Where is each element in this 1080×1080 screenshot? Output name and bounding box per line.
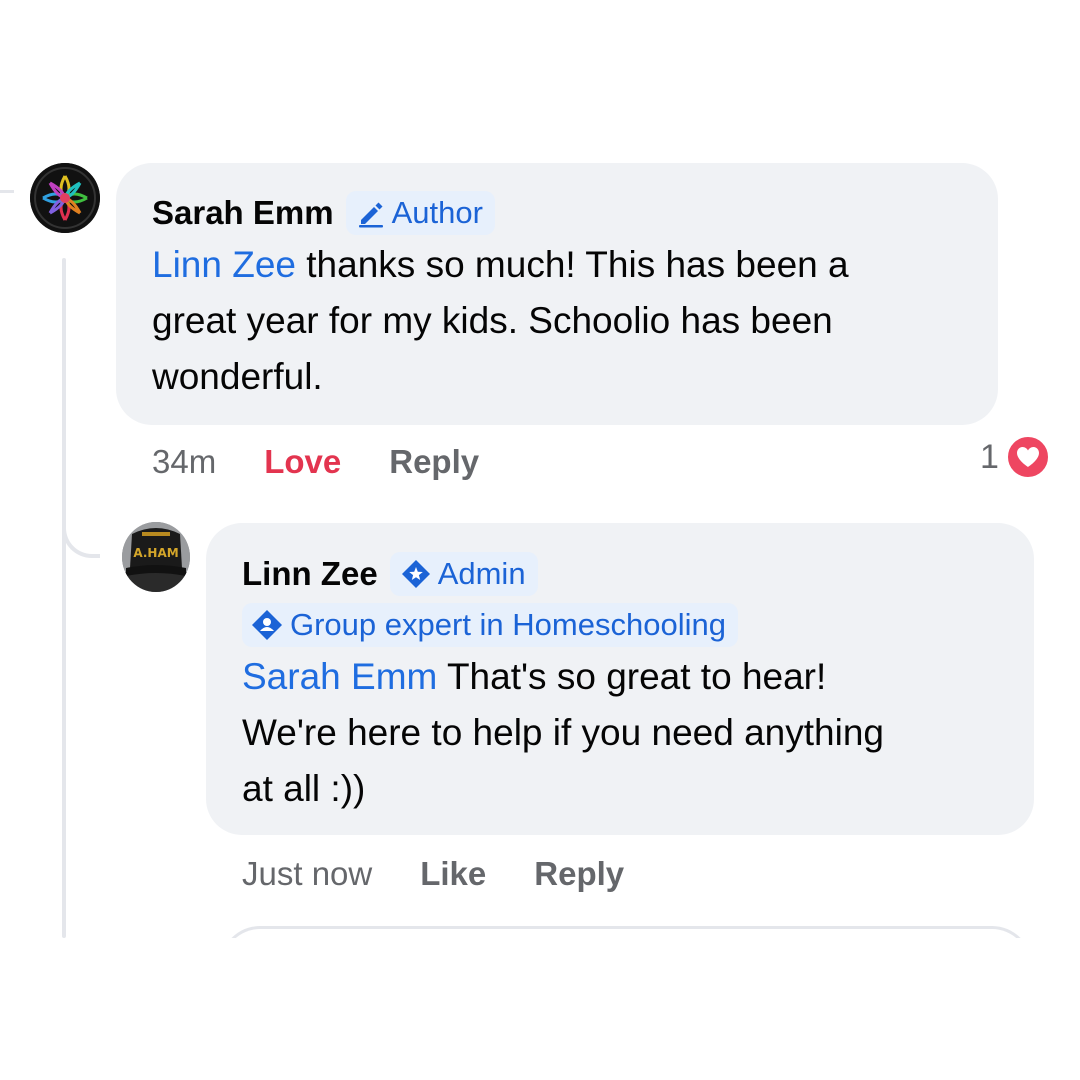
avatar-linn-zee[interactable]: A.HAM <box>122 522 190 592</box>
expert-badge: Group expert in Homeschooling <box>242 603 738 647</box>
reaction-count: 1 <box>980 437 999 476</box>
like-button[interactable]: Like <box>420 855 486 893</box>
svg-text:A.HAM: A.HAM <box>133 546 178 560</box>
pencil-icon <box>358 202 383 228</box>
reply-button[interactable]: Reply <box>389 443 479 481</box>
comment-actions: Just now Like Reply <box>242 855 624 893</box>
comment-header: Sarah Emm Author <box>152 191 495 235</box>
cap-avatar-image: A.HAM <box>122 522 190 592</box>
comment-text: Linn Zee thanks so much! This has been a… <box>152 237 849 405</box>
timestamp[interactable]: Just now <box>242 855 372 893</box>
comment-text-line: We're here to help if you need anything <box>242 712 884 753</box>
mention-link[interactable]: Linn Zee <box>152 244 296 285</box>
comment-header: Linn Zee Admin <box>242 552 538 596</box>
timestamp[interactable]: 34m <box>152 443 216 481</box>
heart-icon <box>1016 447 1039 467</box>
thread-line <box>62 258 66 938</box>
badge-label: Author <box>391 195 483 230</box>
love-button[interactable]: Love <box>264 443 341 481</box>
mention-link[interactable]: Sarah Emm <box>242 656 437 697</box>
badge-label: Group expert in Homeschooling <box>290 607 726 642</box>
comment-text-line: great year for my kids. Schoolio has bee… <box>152 300 833 341</box>
badge-label: Admin <box>437 556 526 591</box>
comment-actions: 34m Love Reply <box>152 443 479 481</box>
thread-curve <box>62 500 100 558</box>
author-badge: Author <box>345 191 495 235</box>
avatar-sarah-emm[interactable] <box>30 163 100 233</box>
comment-text: Sarah Emm That's so great to hear! We're… <box>242 649 884 817</box>
comment-text-line: thanks so much! This has been a <box>296 244 849 285</box>
comment-text-line: wonderful. <box>152 356 323 397</box>
thread-connector <box>0 190 14 193</box>
admin-badge: Admin <box>389 552 538 596</box>
comment-text-line: That's so great to hear! <box>437 656 827 697</box>
author-name[interactable]: Linn Zee <box>242 555 378 593</box>
comment-text-line: at all :)) <box>242 768 366 809</box>
heart-reaction <box>1004 434 1051 480</box>
reaction-summary[interactable]: 1 <box>980 434 1051 480</box>
author-name[interactable]: Sarah Emm <box>152 194 334 232</box>
expert-icon <box>252 610 282 640</box>
mandala-avatar-image <box>30 163 100 233</box>
admin-star-icon <box>401 560 430 588</box>
reply-button[interactable]: Reply <box>534 855 624 893</box>
blank-area <box>0 938 1080 1080</box>
